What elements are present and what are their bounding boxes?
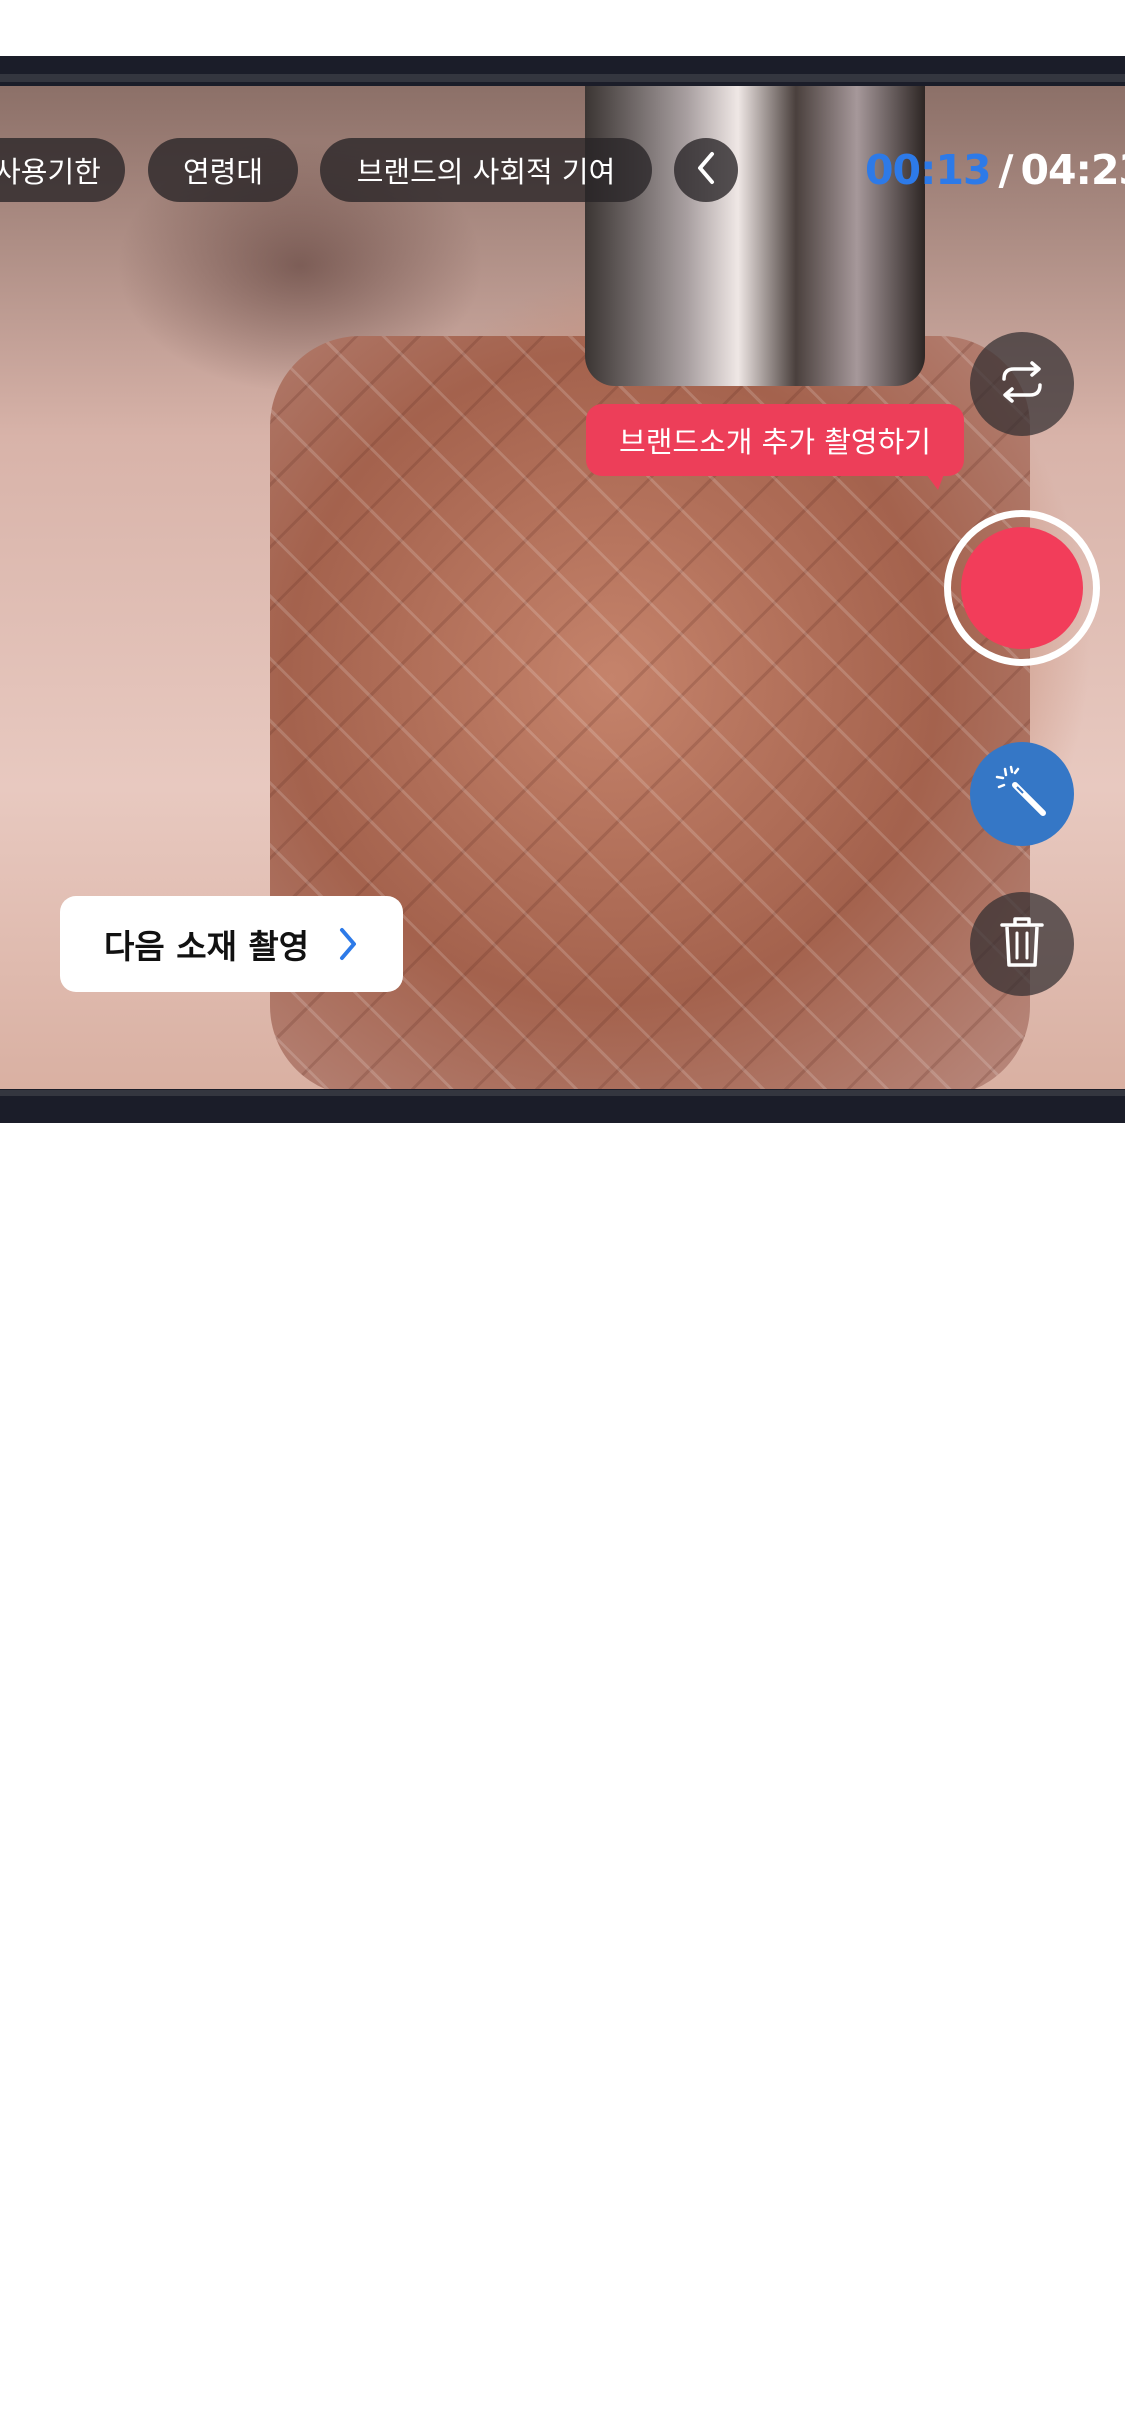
delete-clip-button[interactable] — [970, 892, 1074, 996]
topic-chip-social-contribution[interactable]: 브랜드의 사회적 기여 — [320, 138, 652, 202]
tooltip-tail — [926, 474, 944, 490]
magic-wand-icon — [993, 763, 1051, 825]
topic-chip-age-group[interactable]: 연령대 — [148, 138, 298, 202]
top-bezel — [0, 74, 1125, 82]
chevron-right-icon — [337, 926, 359, 962]
timer-separator: / — [998, 146, 1014, 194]
chevron-left-icon — [692, 150, 720, 190]
next-material-label: 다음 소재 촬영 — [104, 927, 310, 966]
tooltip-text: 브랜드소개 추가 촬영하기 — [619, 425, 931, 459]
record-button[interactable] — [944, 510, 1100, 666]
perfume-cap-preview — [585, 86, 925, 386]
topic-chip-label: 사용기한 — [0, 155, 101, 189]
topic-chip-label: 브랜드의 사회적 기여 — [356, 155, 616, 189]
camera-switch-icon — [992, 359, 1052, 409]
bottom-bezel — [0, 1090, 1125, 1096]
trash-icon — [998, 913, 1046, 975]
record-icon — [961, 527, 1083, 649]
effects-button[interactable] — [970, 742, 1074, 846]
topic-chip-label: 연령대 — [182, 155, 264, 189]
camera-screen: 사용기한 연령대 브랜드의 사회적 기여 00:13 / 04:23 브랜드소개… — [0, 56, 1125, 1123]
collapse-chips-button[interactable] — [674, 138, 738, 202]
next-material-button[interactable]: 다음 소재 촬영 — [60, 896, 403, 992]
recording-timer: 00:13 / 04:23 — [865, 138, 1125, 202]
topic-chip-expiry[interactable]: 사용기한 — [0, 138, 125, 202]
switch-camera-button[interactable] — [970, 332, 1074, 436]
elapsed-time: 00:13 — [865, 146, 992, 194]
total-time: 04:23 — [1020, 146, 1125, 194]
add-shot-tooltip: 브랜드소개 추가 촬영하기 — [586, 404, 964, 490]
